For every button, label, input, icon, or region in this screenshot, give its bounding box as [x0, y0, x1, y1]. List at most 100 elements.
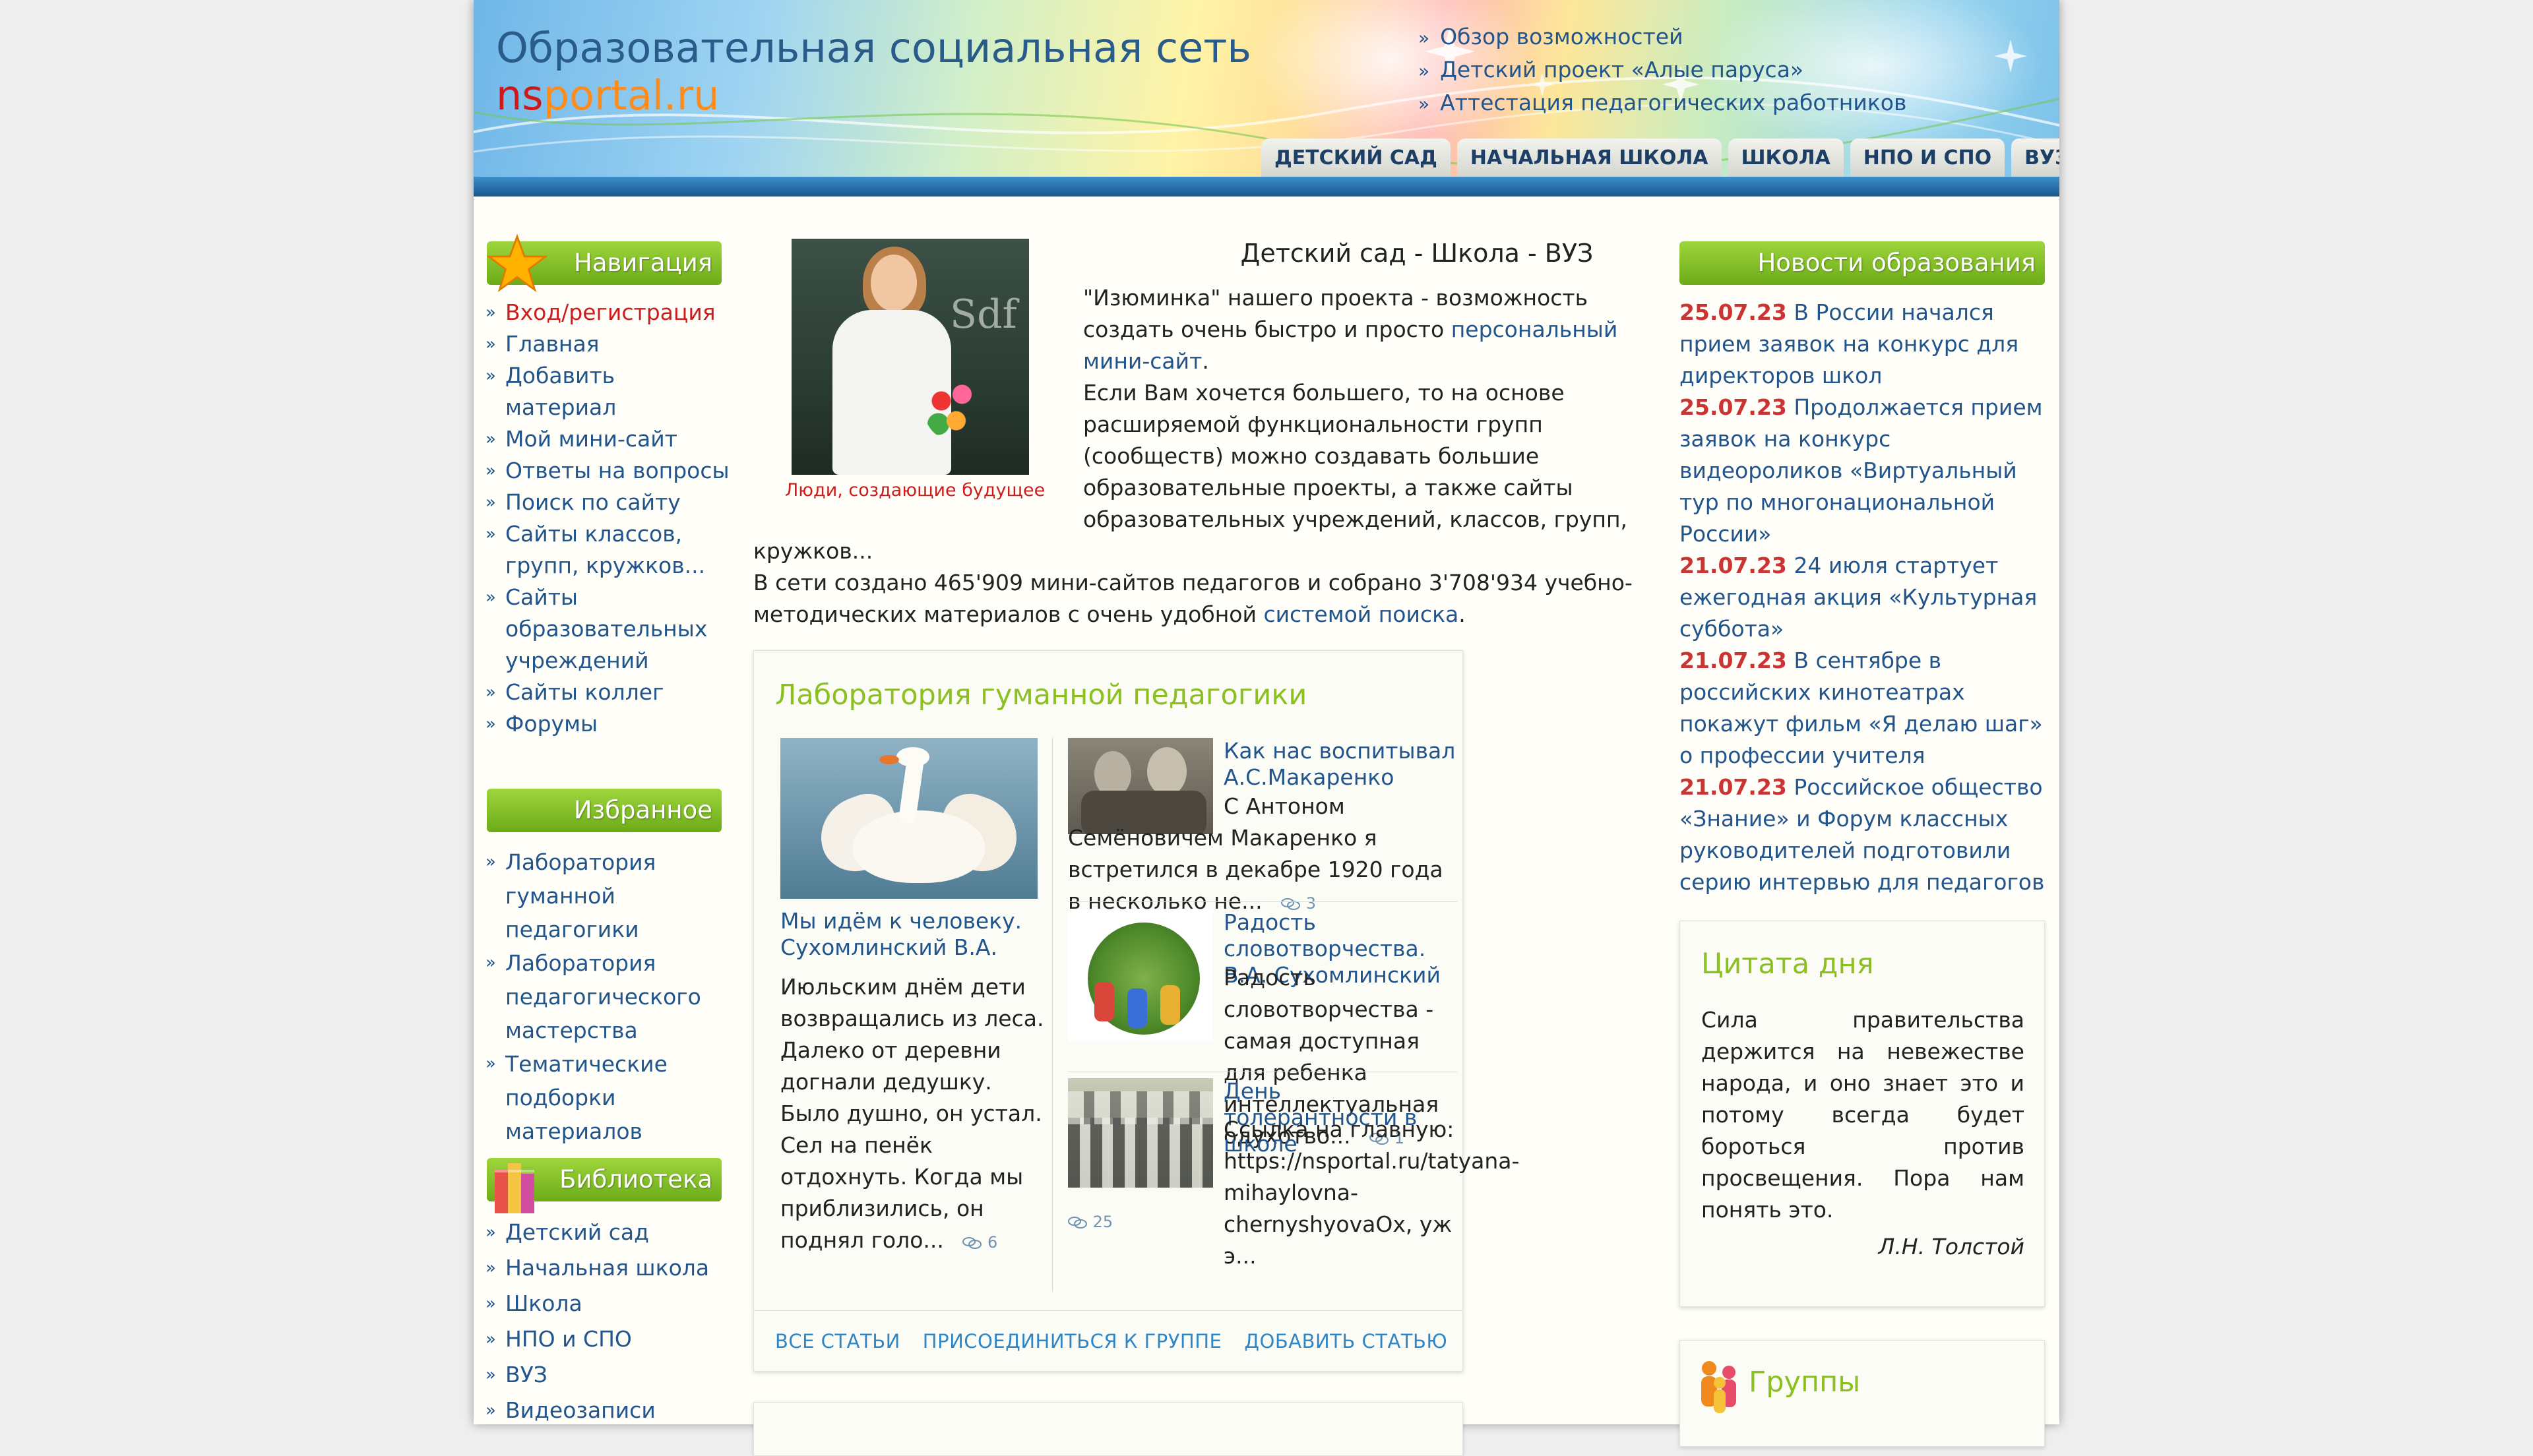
bullet-icon: »: [1418, 27, 1430, 49]
bullet-icon: »: [1418, 60, 1430, 82]
main-article-text: Июльским днём дети возвращались из леса.…: [780, 974, 1044, 1253]
article-title-makarenko[interactable]: Как нас воспитывал А.С.Макаренко: [1224, 738, 1461, 791]
intro-line: образовательных учреждений, классов, гру…: [1083, 506, 1628, 532]
bullet-icon: »: [485, 303, 496, 322]
next-card: [753, 1402, 1463, 1456]
bullet-icon: »: [485, 334, 496, 354]
sidebar-item-add-material[interactable]: » Добавить материал: [485, 360, 730, 423]
sidebar-item-thematic[interactable]: » Тематические подборки материалов: [485, 1047, 730, 1148]
search-system-link[interactable]: системой поиска: [1263, 601, 1458, 627]
all-articles-link[interactable]: ВСЕ СТАТЬИ: [775, 1330, 900, 1352]
bullet-icon: »: [485, 1258, 496, 1278]
intro-line: образовательные проекты, а также сайты: [1083, 475, 1573, 501]
bullet-icon: »: [485, 524, 496, 544]
news-item[interactable]: 21.07.23 Российское общество «Знание» и …: [1679, 772, 2049, 898]
sidebar-item-login[interactable]: » Вход/регистрация: [485, 297, 730, 328]
sidebar-item-lib-video[interactable]: » Видеозаписи: [485, 1393, 730, 1428]
lab-card: Лаборатория гуманной педагогики Мы идём …: [753, 650, 1519, 1372]
comment-count[interactable]: 6: [962, 1233, 997, 1252]
column-divider: [1052, 738, 1053, 1292]
sidebar-lib-header: Библиотека: [487, 1158, 722, 1213]
card-footer-divider: [754, 1310, 1462, 1311]
sidebar-item-lib-primary[interactable]: » Начальная школа: [485, 1250, 730, 1286]
intro-line: мини-сайт.: [1083, 348, 1209, 374]
article-tolerance-meta: 25: [1068, 1213, 1113, 1231]
news-date: 21.07.23: [1679, 648, 1787, 673]
sidebar-item-forums[interactable]: » Форумы: [485, 708, 730, 740]
sidebar-item-answers[interactable]: » Ответы на вопросы: [485, 455, 730, 487]
bullet-icon: »: [485, 714, 496, 734]
intro-line: Если Вам хочется большего, то на основе: [1083, 380, 1565, 406]
main-article-title[interactable]: Мы идём к человеку. Сухомлинский В.А.: [780, 908, 1057, 961]
tab-school[interactable]: ШКОЛА: [1728, 138, 1844, 177]
minisite-link[interactable]: персональный: [1451, 317, 1618, 342]
bullet-icon: »: [485, 852, 496, 872]
article-text-makarenko: С Антоном Семёновичем Макаренко я встрет…: [1068, 793, 1443, 914]
domain-ns: ns: [496, 71, 544, 119]
sidebar-item-mastery-lab[interactable]: » Лаборатория педагогического мастерства: [485, 946, 730, 1047]
add-article-link[interactable]: ДОБАВИТЬ СТАТЬЮ: [1244, 1330, 1447, 1352]
teacher-photo[interactable]: Sdf: [792, 239, 1029, 475]
bullet-icon: »: [485, 1294, 496, 1314]
site-title[interactable]: Образовательная социальная сеть: [496, 24, 1251, 72]
comments-icon: [962, 1237, 982, 1249]
top-link-alye-parusa[interactable]: » Детский проект «Алые паруса»: [1418, 54, 1906, 87]
tab-npo-spo[interactable]: НПО И СПО: [1850, 138, 2005, 177]
books-icon: [495, 1163, 534, 1213]
sidebar-item-class-sites[interactable]: » Сайты классов, групп, кружков...: [485, 518, 730, 582]
sidebar-fav-header: Избранное: [487, 789, 722, 832]
bullet-icon: »: [485, 1223, 496, 1242]
news-item[interactable]: 25.07.23 В России начался прием заявок н…: [1679, 297, 2049, 392]
news-item[interactable]: 25.07.23 Продолжается прием заявок на ко…: [1679, 392, 2049, 550]
bullet-icon: »: [485, 682, 496, 702]
sidebar-item-humane-lab[interactable]: » Лаборатория гуманной педагогики: [485, 845, 730, 946]
news-item[interactable]: 21.07.23 В сентябре в российских кинотеа…: [1679, 645, 2049, 772]
sidebar-item-lib-school[interactable]: » Школа: [485, 1286, 730, 1321]
page: Образовательная социальная сеть nsportal…: [474, 0, 2059, 1456]
sidebar-item-school-sites[interactable]: » Сайты образовательных учреждений: [485, 582, 730, 677]
lab-links: ВСЕ СТАТЬИ ПРИСОЕДИНИТЬСЯ К ГРУППЕ ДОБАВ…: [775, 1330, 1470, 1352]
domain-portal: portal.ru: [543, 71, 720, 119]
news-header: Новости образования: [1679, 241, 2045, 285]
top-tabs: ДЕТСКИЙ САД НАЧАЛЬНАЯ ШКОЛА ШКОЛА НПО И …: [1261, 136, 2059, 177]
quote-box: Цитата дня Сила правительства держится н…: [1679, 921, 2045, 1307]
sidebar-item-colleague-sites[interactable]: » Сайты коллег: [485, 677, 730, 708]
sidebar-item-lib-npo[interactable]: » НПО и СПО: [485, 1321, 730, 1357]
tab-kindergarten[interactable]: ДЕТСКИЙ САД: [1261, 138, 1451, 177]
news-title: Новости образования: [1757, 249, 2036, 277]
bullet-icon: »: [485, 461, 496, 481]
tab-university[interactable]: ВУЗ: [2011, 138, 2059, 177]
bullet-icon: »: [485, 493, 496, 512]
sidebar-item-my-minisite[interactable]: » Мой мини-сайт: [485, 423, 730, 455]
comment-count[interactable]: 25: [1068, 1213, 1113, 1231]
intro-line: методических материалов с очень удобной …: [753, 601, 1466, 627]
bullet-icon: »: [485, 1401, 496, 1420]
top-link-attestation[interactable]: » Аттестация педагогических работников: [1418, 87, 1906, 120]
sidebar-nav: » Вход/регистрация » Главная » Добавить мат…: [485, 297, 730, 740]
header-bar: [474, 177, 2059, 197]
quote-text: Сила правительства держится на невежеств…: [1701, 1007, 2024, 1223]
bullet-icon: »: [485, 366, 496, 386]
star-icon: [487, 233, 547, 293]
minisite-link-cont[interactable]: мини-сайт: [1083, 348, 1202, 374]
groups-title[interactable]: Группы: [1749, 1366, 1860, 1399]
article-separator: [1068, 901, 1457, 902]
comments-icon: [1281, 898, 1301, 910]
sidebar-item-search[interactable]: » Поиск по сайту: [485, 487, 730, 518]
sidebar-item-lib-vuz[interactable]: » ВУЗ: [485, 1357, 730, 1393]
top-link-overview[interactable]: » Обзор возможностей: [1418, 21, 1906, 54]
tab-primary-school[interactable]: НАЧАЛЬНАЯ ШКОЛА: [1456, 138, 1722, 177]
sidebar-nav-title: Навигация: [574, 249, 712, 277]
sidebar-item-home[interactable]: » Главная: [485, 328, 730, 360]
site-domain-logo[interactable]: nsportal.ru: [496, 71, 719, 119]
join-group-link[interactable]: ПРИСОЕДИНИТЬСЯ К ГРУППЕ: [923, 1330, 1222, 1352]
swan-image[interactable]: [780, 738, 1038, 899]
news-date: 25.07.23: [1679, 394, 1787, 420]
sidebar-item-lib-kindergarten[interactable]: » Детский сад: [485, 1215, 730, 1250]
lab-title[interactable]: Лаборатория гуманной педагогики: [775, 679, 1307, 712]
photo-caption[interactable]: Люди, создающие будущее: [785, 480, 1045, 501]
news-item[interactable]: 21.07.23 24 июля стартует ежегодная акци…: [1679, 550, 2049, 645]
quote-author: Л.Н. Толстой: [1878, 1234, 2024, 1259]
comments-icon: [1068, 1217, 1087, 1228]
site-header: Образовательная социальная сеть nsportal…: [474, 0, 2059, 177]
